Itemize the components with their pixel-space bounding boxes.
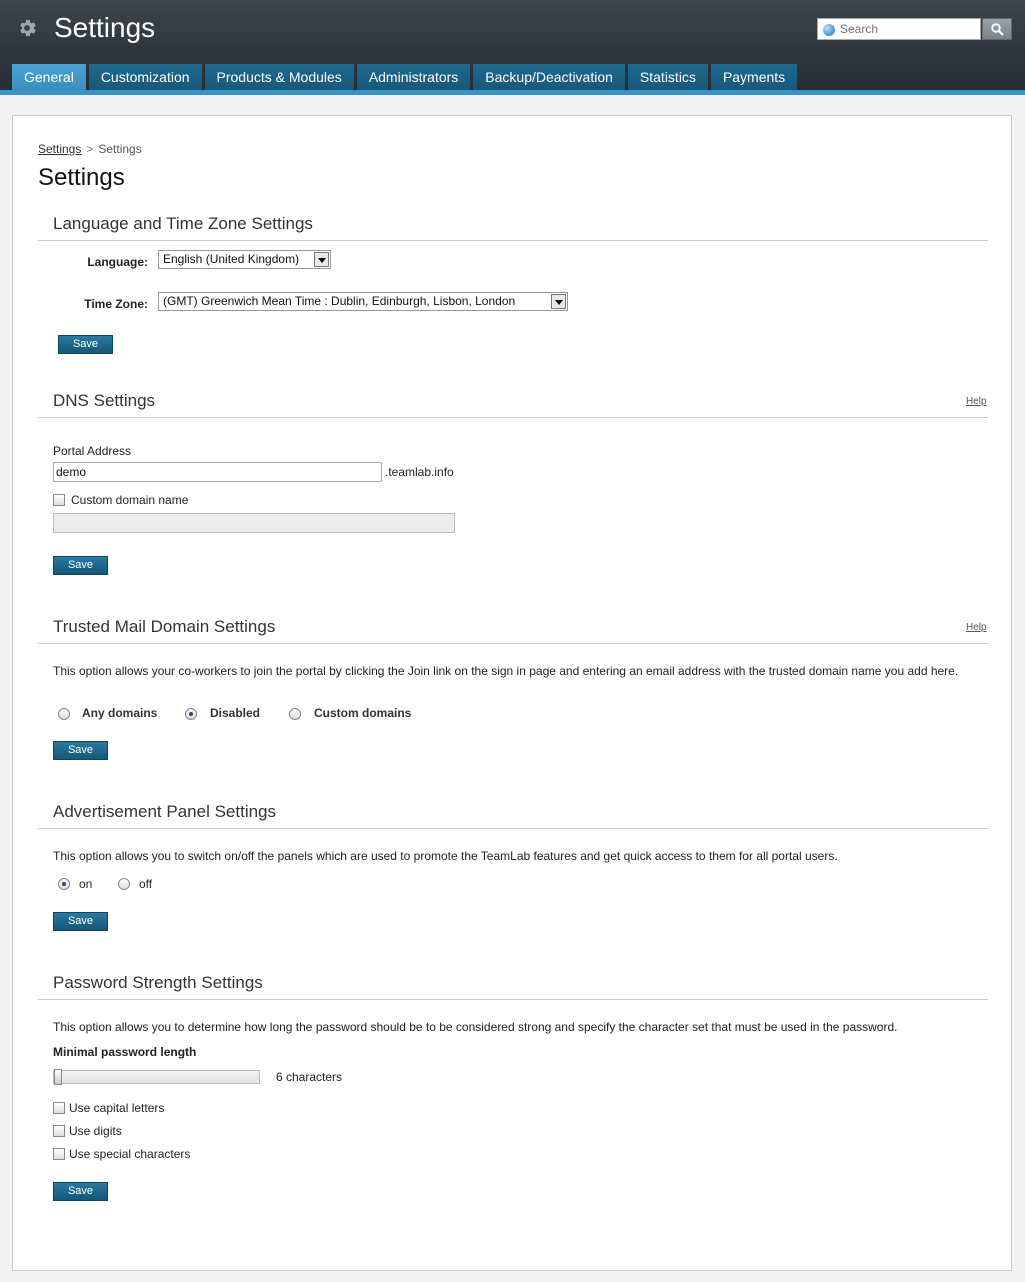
tab-customization[interactable]: Customization bbox=[88, 64, 202, 90]
portal-address-input[interactable]: demo bbox=[53, 462, 382, 482]
tab-general[interactable]: General bbox=[12, 64, 86, 90]
magnifier-icon bbox=[991, 23, 1004, 36]
custom-domain-checkbox[interactable] bbox=[53, 494, 65, 506]
app-title: Settings bbox=[54, 12, 156, 43]
save-dns-button[interactable]: Save bbox=[53, 556, 108, 575]
chevron-down-icon bbox=[551, 294, 566, 309]
portal-address-suffix: .teamlab.info bbox=[385, 465, 454, 479]
language-label: Language: bbox=[87, 255, 148, 269]
special-characters-label: Use special characters bbox=[69, 1147, 191, 1161]
dns-section-title: DNS Settings bbox=[53, 391, 156, 410]
password-description: This option allows you to determine how … bbox=[53, 1020, 898, 1034]
capital-letters-checkbox[interactable] bbox=[53, 1102, 65, 1114]
radio-disabled-label: Disabled bbox=[210, 706, 261, 720]
divider bbox=[38, 417, 988, 418]
tab-administrators[interactable]: Administrators bbox=[356, 64, 471, 90]
main-tabs: General Customization Products & Modules… bbox=[12, 64, 800, 90]
radio-custom-domains[interactable] bbox=[289, 708, 301, 720]
save-password-button[interactable]: Save bbox=[53, 1182, 108, 1201]
ad-description: This option allows you to switch on/off … bbox=[53, 849, 838, 863]
tab-products-modules[interactable]: Products & Modules bbox=[204, 64, 354, 90]
divider bbox=[38, 999, 988, 1000]
radio-ad-on[interactable] bbox=[58, 878, 70, 890]
ad-section-title: Advertisement Panel Settings bbox=[53, 802, 277, 821]
divider bbox=[38, 643, 988, 644]
radio-any-domains[interactable] bbox=[58, 708, 70, 720]
trusted-section-title: Trusted Mail Domain Settings bbox=[53, 617, 276, 636]
radio-ad-off[interactable] bbox=[118, 878, 130, 890]
special-characters-checkbox[interactable] bbox=[53, 1148, 65, 1160]
trusted-help-link[interactable]: Help bbox=[966, 622, 987, 633]
breadcrumb: Settings > Settings bbox=[38, 142, 142, 156]
slider-handle[interactable] bbox=[54, 1069, 62, 1085]
min-length-label: Minimal password length bbox=[53, 1045, 197, 1059]
save-language-button[interactable]: Save bbox=[58, 335, 113, 354]
save-ad-button[interactable]: Save bbox=[53, 912, 108, 931]
timezone-select-value: (GMT) Greenwich Mean Time : Dublin, Edin… bbox=[163, 294, 516, 308]
portal-address-label: Portal Address bbox=[53, 444, 132, 458]
globe-icon bbox=[823, 24, 835, 36]
password-section-title: Password Strength Settings bbox=[53, 973, 263, 992]
password-length-slider[interactable] bbox=[53, 1069, 260, 1085]
save-trusted-button[interactable]: Save bbox=[53, 741, 108, 760]
radio-custom-domains-label: Custom domains bbox=[314, 706, 412, 720]
timezone-select[interactable]: (GMT) Greenwich Mean Time : Dublin, Edin… bbox=[158, 292, 568, 311]
capital-letters-label: Use capital letters bbox=[69, 1101, 165, 1115]
page-title: Settings bbox=[38, 164, 125, 191]
breadcrumb-link-settings[interactable]: Settings bbox=[38, 142, 81, 156]
custom-domain-input[interactable] bbox=[53, 513, 455, 533]
breadcrumb-separator: > bbox=[86, 142, 94, 156]
radio-any-domains-label: Any domains bbox=[82, 706, 158, 720]
digits-label: Use digits bbox=[69, 1124, 122, 1138]
language-section-title: Language and Time Zone Settings bbox=[53, 214, 313, 233]
trusted-description: This option allows your co-workers to jo… bbox=[53, 664, 959, 678]
min-length-value: 6 characters bbox=[276, 1070, 343, 1084]
search-button[interactable] bbox=[982, 18, 1012, 40]
top-bar: Settings General Customization Products … bbox=[0, 0, 1025, 95]
dns-help-link[interactable]: Help bbox=[966, 396, 987, 407]
digits-checkbox[interactable] bbox=[53, 1125, 65, 1137]
radio-disabled[interactable] bbox=[185, 708, 197, 720]
tab-underline bbox=[0, 90, 1025, 95]
gear-icon bbox=[20, 19, 36, 37]
radio-ad-on-label: on bbox=[79, 877, 93, 891]
tab-backup-deactivation[interactable]: Backup/Deactivation bbox=[473, 64, 625, 90]
search-box[interactable] bbox=[817, 18, 981, 40]
divider bbox=[38, 828, 988, 829]
language-select[interactable]: English (United Kingdom) bbox=[158, 250, 331, 269]
radio-ad-off-label: off bbox=[139, 877, 153, 891]
settings-panel: Settings > Settings Settings Language and … bbox=[12, 115, 1012, 1271]
chevron-down-icon bbox=[314, 252, 329, 267]
custom-domain-label: Custom domain name bbox=[71, 493, 189, 507]
breadcrumb-current: Settings bbox=[98, 142, 142, 156]
tab-statistics[interactable]: Statistics bbox=[627, 64, 708, 90]
search-input[interactable] bbox=[840, 20, 978, 38]
divider bbox=[38, 240, 988, 241]
tab-payments[interactable]: Payments bbox=[710, 64, 798, 90]
timezone-label: Time Zone: bbox=[84, 297, 148, 311]
language-select-value: English (United Kingdom) bbox=[163, 252, 300, 266]
